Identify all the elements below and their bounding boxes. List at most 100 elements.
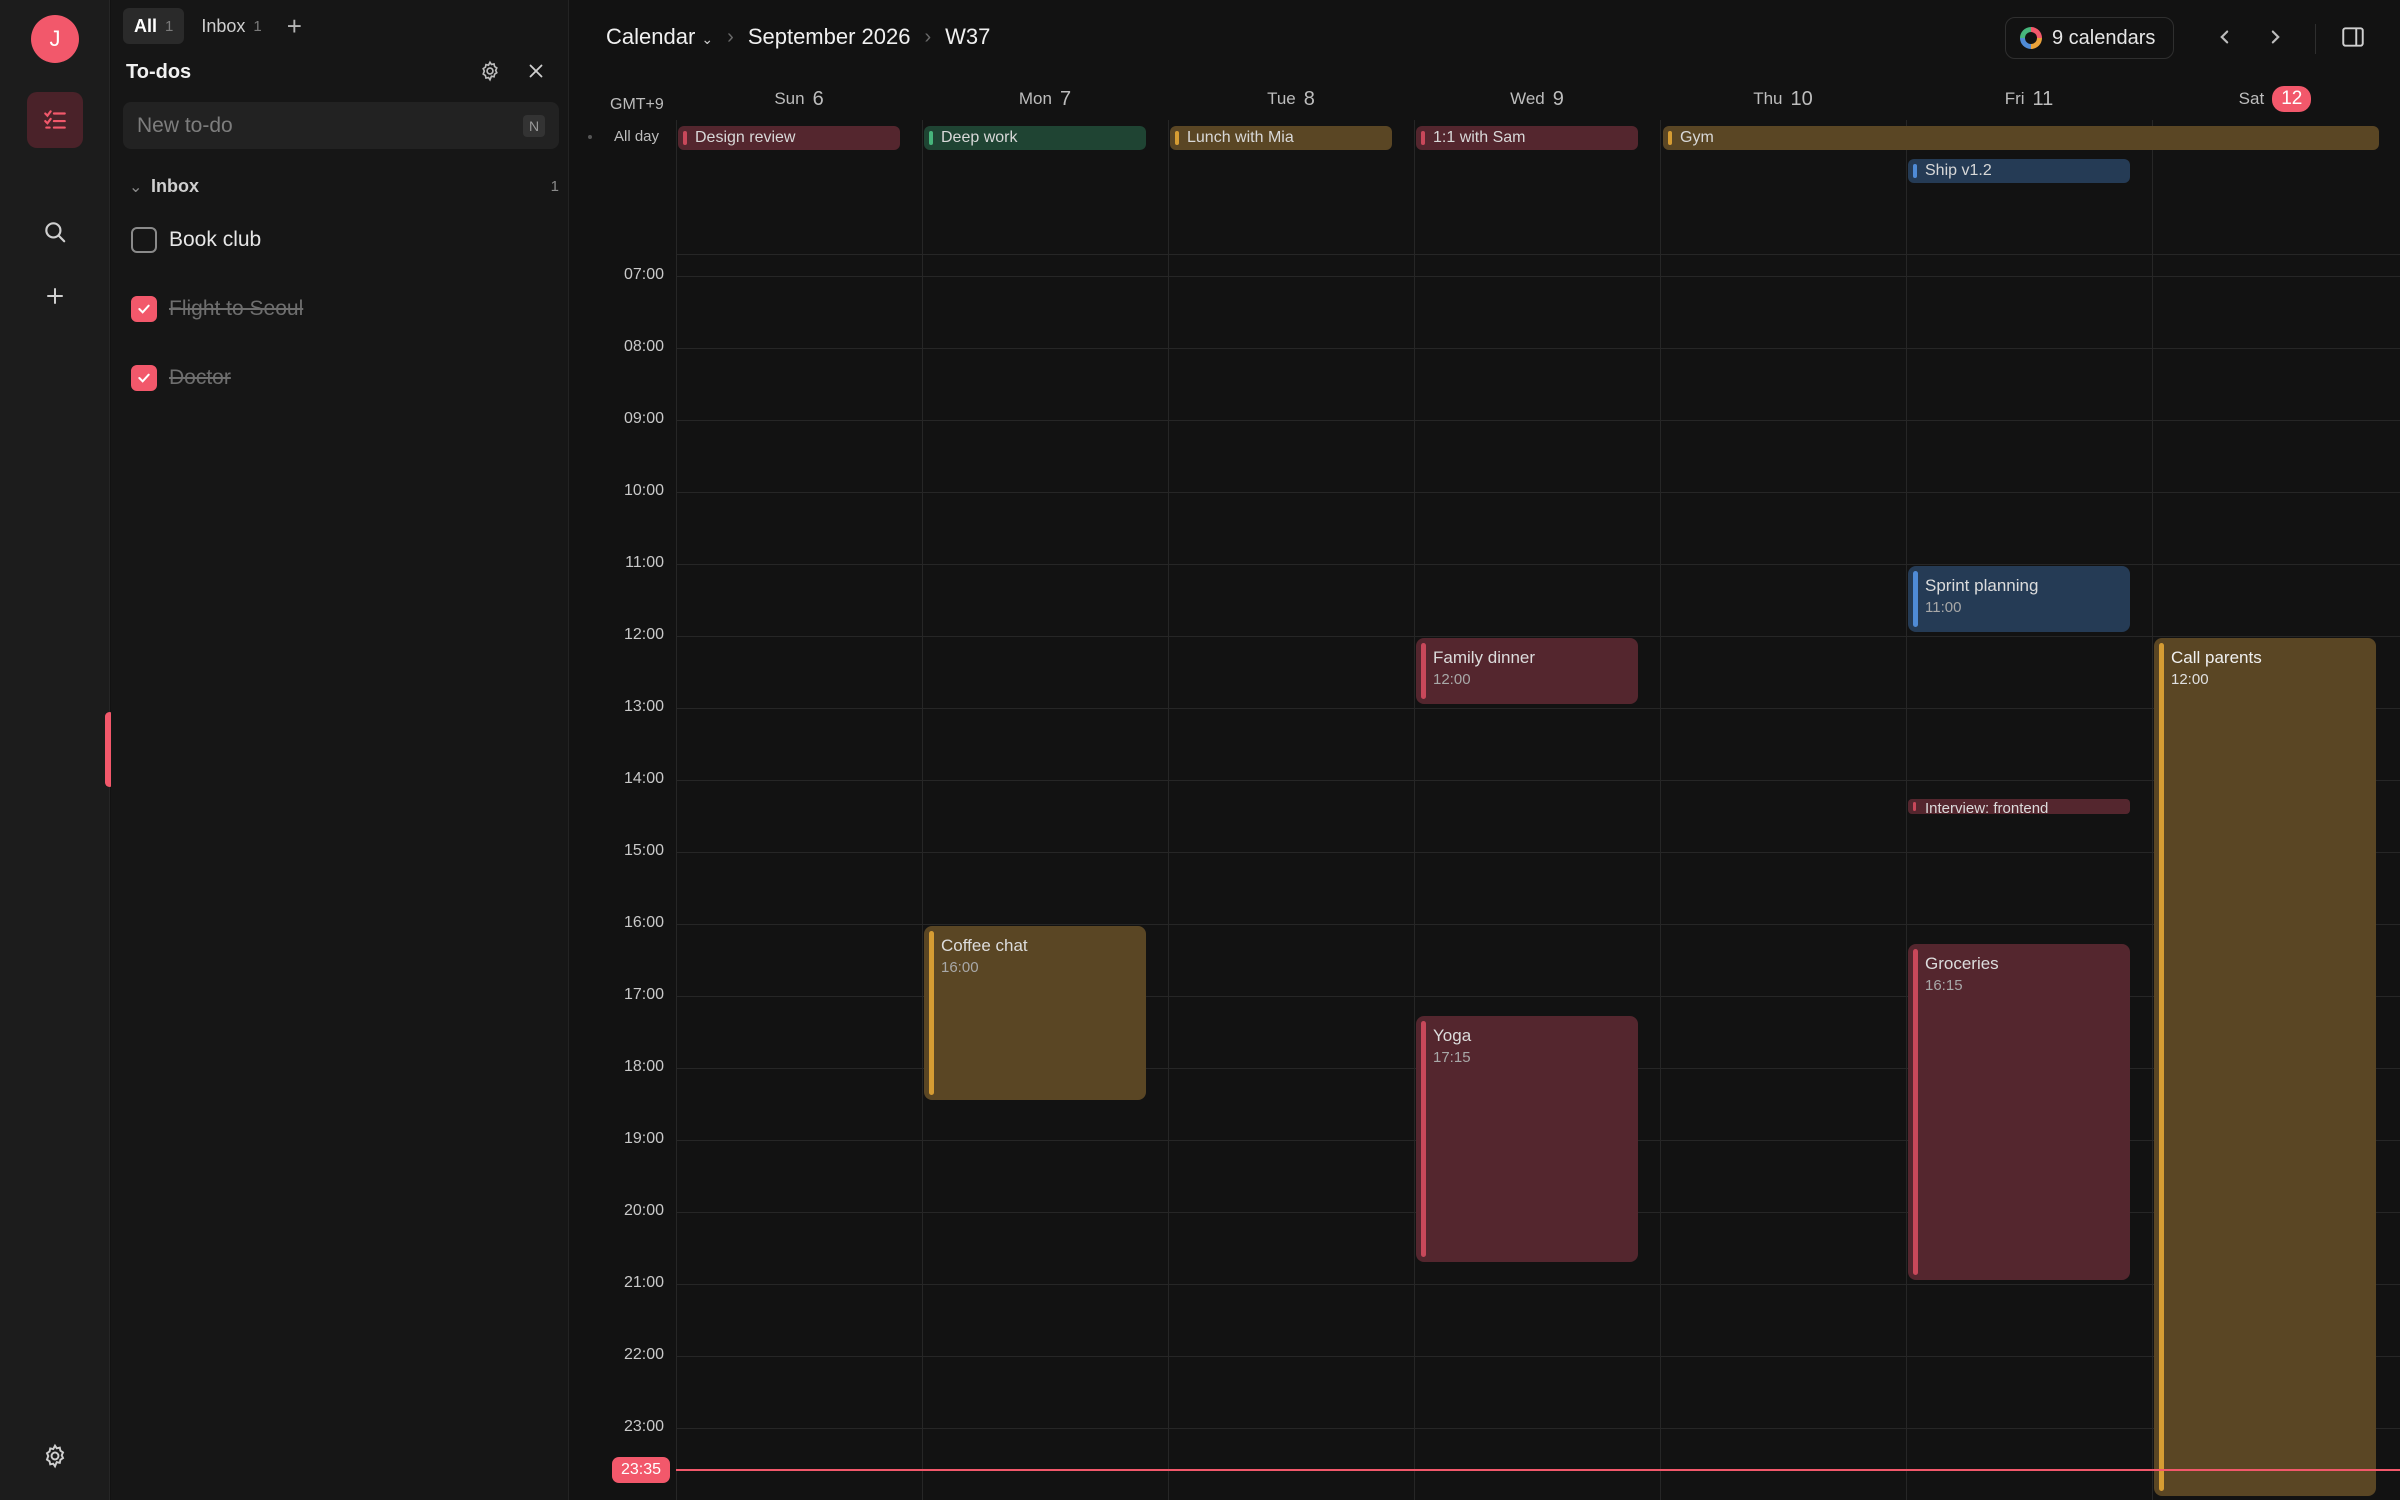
create-nav-button[interactable]: [27, 268, 83, 324]
event-time: 12:00: [2171, 671, 2209, 688]
event-title: Deep work: [941, 129, 1018, 146]
new-todo-input[interactable]: [137, 113, 523, 138]
calendar-event[interactable]: Yoga 17:15: [1416, 1016, 1638, 1262]
tab-inbox[interactable]: Inbox 1: [190, 8, 272, 44]
calendar-event[interactable]: Interview: frontend: [1908, 799, 2130, 814]
todo-checkbox[interactable]: [131, 227, 157, 253]
day-name: Thu: [1753, 89, 1783, 108]
view-selector[interactable]: Calendar ⌄: [606, 24, 713, 50]
hour-label: 14:00: [623, 770, 664, 787]
user-avatar[interactable]: J: [31, 15, 79, 63]
hour-line: [676, 276, 2400, 277]
tab-all-label: All: [134, 15, 158, 36]
search-nav-button[interactable]: [27, 204, 83, 260]
event-time: 11:00: [1925, 599, 1962, 616]
calendar-event[interactable]: Call parents 12:00: [2154, 638, 2376, 1496]
gear-icon: [482, 60, 498, 82]
check-icon: [138, 304, 150, 314]
tab-all[interactable]: All 1: [123, 8, 185, 44]
hour-line: [676, 348, 2400, 349]
todo-checkbox[interactable]: [131, 296, 157, 322]
breadcrumb-month[interactable]: September 2026: [748, 24, 911, 50]
todo-item[interactable]: Flight to Seoul: [131, 296, 303, 322]
todo-panel-title: To-dos: [126, 61, 192, 83]
event-color-bar: [929, 131, 933, 145]
event-time: 16:00: [941, 959, 979, 976]
day-divider: [1414, 120, 1415, 1500]
todo-settings-button[interactable]: [479, 60, 501, 87]
new-todo-field[interactable]: N: [123, 102, 559, 149]
inbox-section-count: 1: [550, 178, 559, 195]
right-panel-toggle-button[interactable]: [2340, 24, 2366, 55]
calendar-event[interactable]: Sprint planning 11:00: [1908, 566, 2130, 632]
hour-label: 17:00: [623, 986, 664, 1003]
check-icon: [138, 373, 150, 383]
today-badge: 12: [2272, 86, 2312, 112]
event-color-bar: [1421, 1021, 1426, 1257]
next-week-button[interactable]: [2262, 24, 2288, 55]
hour-label: 13:00: [623, 698, 664, 715]
todos-nav-button[interactable]: [27, 92, 83, 148]
tab-all-count: 1: [165, 17, 174, 35]
event-title: 1:1 with Sam: [1433, 129, 1526, 146]
day-header-mon[interactable]: Mon 7: [922, 84, 1168, 114]
hour-label: 23:00: [623, 1418, 664, 1435]
chevron-left-icon: [2220, 30, 2229, 44]
event-color-bar: [1668, 131, 1672, 145]
event-color-bar: [1913, 571, 1918, 627]
todo-panel: All 1 Inbox 1 + To-dos N ⌄ Inbox 1 Book …: [111, 0, 569, 1500]
todo-text: Book club: [169, 228, 262, 251]
todo-item[interactable]: Book club: [131, 227, 261, 253]
settings-button[interactable]: [27, 1428, 83, 1484]
day-header-wed[interactable]: Wed 9: [1414, 84, 1660, 114]
hour-line: [676, 564, 2400, 565]
event-title: Family dinner: [1433, 648, 1536, 667]
hour-label: 07:00: [623, 266, 664, 283]
hour-line: [676, 1428, 2400, 1429]
day-number: 6: [812, 87, 824, 110]
todo-item[interactable]: Doctor: [131, 365, 231, 391]
allday-collapse-dot[interactable]: [588, 135, 592, 139]
event-title: Coffee chat: [941, 936, 1028, 955]
search-icon: [45, 222, 66, 243]
event-color-bar: [1913, 949, 1918, 1275]
calendar-event[interactable]: Coffee chat 16:00: [924, 926, 1146, 1100]
event-title: Ship v1.2: [1925, 162, 1992, 179]
day-number: 10: [1790, 87, 1813, 110]
event-title: Lunch with Mia: [1187, 129, 1294, 146]
inbox-section-header[interactable]: ⌄ Inbox 1: [129, 176, 559, 197]
timezone-label: GMT+9: [610, 96, 664, 113]
prev-week-button[interactable]: [2212, 24, 2238, 55]
hour-label: 11:00: [625, 554, 664, 571]
day-divider: [1906, 120, 1907, 1500]
day-header-sat[interactable]: Sat 12: [2152, 84, 2398, 114]
day-name: Sat: [2238, 89, 2265, 108]
day-number: 9: [1552, 87, 1564, 110]
day-header-sun[interactable]: Sun 6: [676, 84, 922, 114]
gear-icon: [45, 1443, 65, 1469]
event-color-bar: [1421, 131, 1425, 145]
day-header-tue[interactable]: Tue 8: [1168, 84, 1414, 114]
calendar-event[interactable]: Family dinner 12:00: [1416, 638, 1638, 704]
add-tab-button[interactable]: +: [279, 8, 310, 44]
calendars-button[interactable]: 9 calendars: [2005, 17, 2175, 59]
allday-event[interactable]: Ship v1.2: [1908, 159, 2130, 183]
allday-divider: [676, 254, 2400, 255]
allday-event[interactable]: Design review: [678, 126, 900, 150]
allday-event[interactable]: 1:1 with Sam: [1416, 126, 1638, 150]
allday-event[interactable]: Lunch with Mia: [1170, 126, 1392, 150]
allday-event[interactable]: Deep work: [924, 126, 1146, 150]
calendar-event[interactable]: Groceries 16:15: [1908, 944, 2130, 1280]
day-divider: [2152, 120, 2153, 1500]
breadcrumb-week[interactable]: W37: [945, 24, 990, 50]
day-header-thu[interactable]: Thu 10: [1660, 84, 1906, 114]
todo-checkbox[interactable]: [131, 365, 157, 391]
close-icon: [529, 64, 543, 78]
allday-event[interactable]: Gym: [1663, 126, 2379, 150]
hour-line: [676, 1284, 2400, 1285]
avatar-initial: J: [49, 26, 61, 51]
day-name: Sun: [774, 89, 805, 108]
hour-label: 12:00: [623, 626, 664, 643]
todo-close-button[interactable]: [525, 60, 547, 87]
day-header-fri[interactable]: Fri 11: [1906, 84, 2152, 114]
